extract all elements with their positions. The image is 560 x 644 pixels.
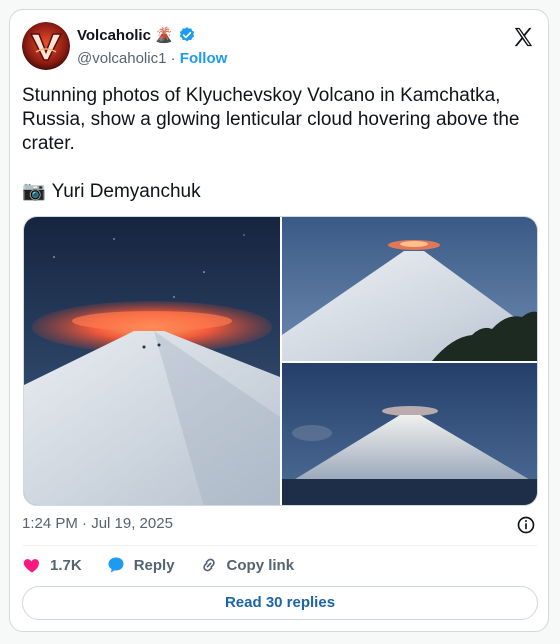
photo-volcano-twilight[interactable] bbox=[282, 363, 537, 505]
tweet-timestamp[interactable]: 1:24 PM · Jul 19, 2025 bbox=[22, 515, 173, 532]
photo-volcano-closeup[interactable] bbox=[24, 217, 280, 505]
copy-link-label: Copy link bbox=[226, 556, 295, 574]
read-replies-button[interactable]: Read 30 replies bbox=[22, 586, 538, 620]
avatar[interactable] bbox=[22, 22, 70, 70]
tweet-text: Stunning photos of Klyuchevskoy Volcano … bbox=[22, 85, 520, 154]
media-grid bbox=[23, 216, 538, 506]
author-name[interactable]: Volcaholic bbox=[77, 27, 151, 44]
camera-icon: 📷 bbox=[22, 181, 46, 202]
like-button[interactable]: 1.7K bbox=[22, 555, 82, 575]
follow-button[interactable]: Follow bbox=[180, 50, 228, 67]
action-bar: 1.7K Reply Copy link bbox=[22, 555, 318, 575]
link-icon bbox=[202, 558, 215, 572]
x-logo-icon[interactable] bbox=[512, 26, 534, 48]
reply-button[interactable]: Reply bbox=[106, 555, 175, 575]
reply-bubble-icon bbox=[108, 557, 124, 573]
author-name-row[interactable]: Volcaholic 🌋 bbox=[77, 26, 196, 44]
handle-separator: · bbox=[170, 50, 176, 67]
photo-credit-name: Yuri Demyanchuk bbox=[51, 181, 201, 202]
handle-row: @volcaholic1 · Follow bbox=[77, 50, 227, 67]
reply-label: Reply bbox=[133, 556, 175, 574]
info-icon[interactable] bbox=[516, 515, 536, 535]
author-handle[interactable]: @volcaholic1 bbox=[77, 50, 166, 67]
copy-link-button[interactable]: Copy link bbox=[199, 555, 295, 575]
photo-volcano-dusk[interactable] bbox=[282, 217, 537, 361]
heart-icon bbox=[23, 559, 40, 573]
tweet-card[interactable]: Volcaholic 🌋 @volcaholic1 · Follow Stunn… bbox=[9, 9, 549, 632]
divider bbox=[22, 545, 538, 546]
volcano-emoji: 🌋 bbox=[154, 27, 174, 44]
verified-badge-icon bbox=[179, 27, 194, 42]
like-count: 1.7K bbox=[50, 556, 82, 574]
volcaholic-logo-icon bbox=[22, 22, 70, 70]
photo-credit: 📷 Yuri Demyanchuk bbox=[22, 180, 201, 204]
